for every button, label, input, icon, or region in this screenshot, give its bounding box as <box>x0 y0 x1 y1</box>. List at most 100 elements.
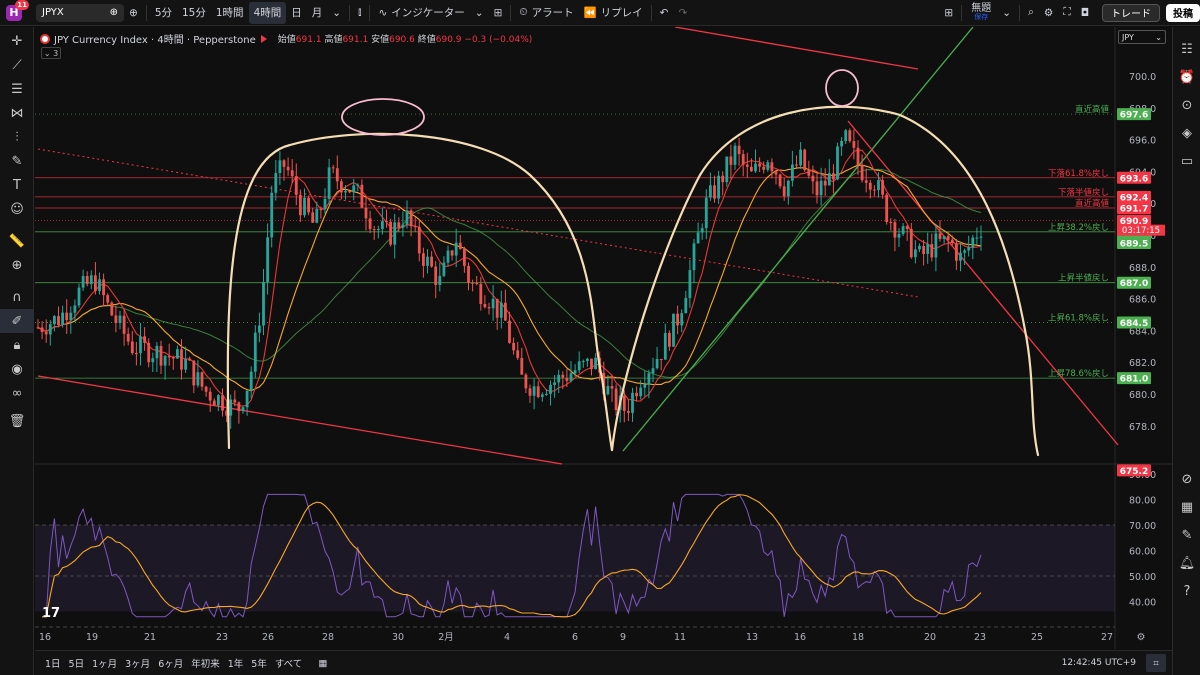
hotlist-icon[interactable]: ⊘ <box>1173 465 1200 493</box>
notes-icon[interactable]: ✎ <box>1173 521 1200 549</box>
emoji-icon[interactable]: ☺ <box>0 197 34 221</box>
notifications-bell-icon[interactable]: 🔔︎ <box>1173 549 1200 577</box>
undo-icon[interactable]: ↶ <box>655 2 674 24</box>
candle-down <box>331 167 335 169</box>
interval-5m[interactable]: 5分 <box>150 2 177 24</box>
chevron-down-icon[interactable]: ⌄ <box>997 2 1016 24</box>
candle-down <box>397 222 401 228</box>
range-ytd[interactable]: 年初来 <box>187 656 224 670</box>
magnet-icon[interactable]: ∩ <box>0 285 34 309</box>
symbol-search[interactable]: JPYX ⊕ <box>36 3 124 22</box>
currency-select[interactable]: JPY ⌄ <box>1118 30 1166 44</box>
candle-up <box>426 256 429 266</box>
candle-down <box>65 312 69 321</box>
data-window-icon[interactable]: ⊙ <box>1173 91 1200 119</box>
candle-up <box>53 316 56 325</box>
candle-up <box>81 275 85 288</box>
range-1y[interactable]: 1年 <box>224 656 248 670</box>
time-tick-label: 6 <box>572 632 578 643</box>
camera-icon[interactable]: ◘ <box>1076 2 1094 24</box>
interval-1m[interactable]: 月 <box>307 2 328 24</box>
range-6m[interactable]: 6ヶ月 <box>154 656 187 670</box>
add-symbol-button[interactable]: ⊕ <box>124 2 143 24</box>
chat-icon[interactable]: ▭ <box>1173 147 1200 175</box>
candle-down <box>635 392 638 397</box>
ruler-icon[interactable]: 📏 <box>0 229 34 253</box>
interval-15m[interactable]: 15分 <box>177 2 211 24</box>
candle-style-icon[interactable]: ⫾ <box>353 2 366 24</box>
replay-label: リプレイ <box>600 7 643 19</box>
candle-up <box>725 156 729 183</box>
open-label: 始値 <box>277 35 296 45</box>
rsi-tick-label: 50.00 <box>1129 572 1156 583</box>
candle-down <box>659 358 663 360</box>
layout-name[interactable]: 無題 保存 <box>965 3 997 22</box>
candle-down <box>922 245 925 254</box>
time-tick-label: 28 <box>322 632 334 643</box>
range-all[interactable]: すべて <box>271 656 306 670</box>
link-icon[interactable]: ∞ <box>0 381 34 405</box>
chevron-down-icon: ⌄ <box>1155 32 1162 42</box>
calendar-icon[interactable]: ▦ <box>1173 493 1200 521</box>
indicator-collapse-toggle[interactable]: ⌄ 3 <box>41 47 61 59</box>
eye-icon[interactable]: ◉ <box>0 357 34 381</box>
range-5y[interactable]: 5年 <box>247 656 271 670</box>
time-tick-label: 18 <box>852 632 864 643</box>
candle-up <box>918 245 921 250</box>
candle-down <box>479 283 483 305</box>
fullscreen-icon[interactable]: ⛶ <box>1058 2 1075 24</box>
price-tick-label: 696.0 <box>1129 136 1156 147</box>
range-1m[interactable]: 1ヶ月 <box>88 656 121 670</box>
candle-down <box>627 410 630 413</box>
candle-up <box>975 237 979 239</box>
layout-grid-icon[interactable]: ⊞ <box>939 2 958 24</box>
indicators-button[interactable]: ∿ インジケーター ⌄ <box>373 2 488 24</box>
currency-label: JPY <box>1122 32 1134 42</box>
scale-mode-icon[interactable]: ⌗ <box>1146 654 1166 672</box>
interval-4h[interactable]: 4時間 <box>248 1 287 24</box>
trendline-icon[interactable]: ⟋ <box>0 53 34 77</box>
post-button[interactable]: 投稿 <box>1166 3 1200 22</box>
forecast-icon[interactable]: ⫶ <box>0 125 34 149</box>
candle-up <box>376 228 380 230</box>
interval-1d[interactable]: 日 <box>286 2 307 24</box>
user-avatar[interactable]: H 11 <box>6 0 29 21</box>
candle-up <box>840 140 843 147</box>
level-price-value: 692.4 <box>1120 193 1148 203</box>
crosshair-icon[interactable]: ✛ <box>0 29 34 53</box>
zoom-icon[interactable]: ⊕ <box>0 253 34 277</box>
templates-grid-icon[interactable]: ⊞ <box>489 2 508 24</box>
text-icon[interactable]: T <box>0 173 34 197</box>
candle-down <box>782 186 786 197</box>
trade-button[interactable]: トレード <box>1102 3 1160 22</box>
pattern-icon[interactable]: ⋈ <box>0 101 34 125</box>
countdown-timer: 03:17:15 <box>1122 226 1160 236</box>
trash-icon[interactable]: 🗑︎ <box>0 409 34 433</box>
replay-button[interactable]: ⏪ リプレイ <box>579 2 648 24</box>
help-icon[interactable]: ? <box>1173 577 1200 605</box>
range-3m[interactable]: 3ヶ月 <box>121 656 154 670</box>
candle-down <box>516 350 520 358</box>
candle-down <box>881 180 884 195</box>
quick-search-icon[interactable]: ⌕ <box>1023 2 1039 24</box>
settings-gear-icon[interactable]: ⚙ <box>1039 2 1058 24</box>
date-range-calendar-icon[interactable]: ▦ <box>314 658 331 669</box>
brush-icon[interactable]: ✎ <box>0 149 34 173</box>
interval-dropdown-chevron-icon[interactable]: ⌄ <box>327 2 346 24</box>
candle-down <box>729 156 733 165</box>
alerts-clock-icon[interactable]: ⏰ <box>1173 63 1200 91</box>
lock-icon[interactable]: 🔒︎ <box>0 333 34 357</box>
alert-button[interactable]: ⏲ アラート <box>514 2 578 24</box>
interval-1h[interactable]: 1時間 <box>211 2 249 24</box>
range-1d[interactable]: 1日 <box>41 656 65 670</box>
candle-down <box>212 400 216 406</box>
range-5d[interactable]: 5日 <box>65 656 89 670</box>
drawing-mode-icon[interactable]: ✐ <box>0 309 34 333</box>
level-label: 上昇半値戻し <box>1058 273 1109 284</box>
layers-icon[interactable]: ◈ <box>1173 119 1200 147</box>
watchlist-icon[interactable]: ☷ <box>1173 35 1200 63</box>
candle-up <box>344 190 347 193</box>
redo-icon[interactable]: ↷ <box>673 2 692 24</box>
price-chart[interactable]: 700.0698.0696.0694.0692.0690.0688.0686.0… <box>35 27 1172 649</box>
parallel-lines-icon[interactable]: ☰ <box>0 77 34 101</box>
